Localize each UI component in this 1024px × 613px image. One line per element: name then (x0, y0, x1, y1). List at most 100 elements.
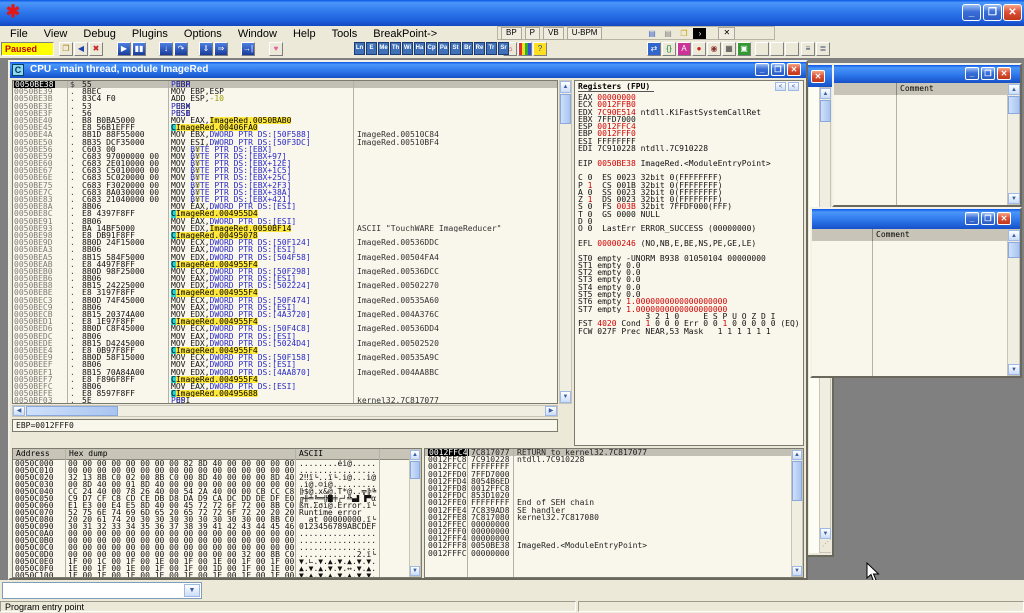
register-line[interactable] (575, 152, 803, 159)
menu-options[interactable]: Options (176, 28, 230, 40)
disasm-row[interactable]: 0050BE50.8B35 DCF35000MOV ESI,DWORD PTR … (13, 139, 557, 146)
scroll-thumb[interactable] (1008, 242, 1020, 258)
disasm-row[interactable]: 0050BEC9.8B06MOV EAX,DWORD PTR DS:[ESI] (13, 304, 557, 311)
stack-row[interactable]: 0012FFE87C817080kernel32.7C817080 (425, 514, 803, 521)
register-line[interactable]: EBP 0012FFF0 (575, 130, 803, 137)
disasm-row[interactable]: 0050BE8A.8B06MOV EAX,DWORD PTR DS:[ESI] (13, 203, 557, 210)
disasm-row[interactable]: 0050BEAB.E8 4497F8FFCALL ImageRed.004955… (13, 261, 557, 268)
toolbar-blank-button[interactable] (770, 42, 784, 56)
window-b-close-button[interactable]: ✕ (997, 67, 1011, 80)
register-line[interactable]: ST4 empty 0.0 (575, 284, 803, 291)
register-line[interactable]: T 0 GS 0000 NULL (575, 211, 803, 218)
hex-dump-pane[interactable]: Address Hex dump ASCII 0050C00000 00 00 … (12, 448, 422, 578)
dump-row[interactable]: 0050C050C9 D7 CF C8 CD CE DB D8 DA D9 CA… (13, 495, 421, 502)
scroll-down-icon[interactable]: ▼ (560, 391, 571, 403)
window-c-minimize-button[interactable]: _ (965, 212, 979, 225)
stack-row[interactable]: 0012FFFC00000000 (425, 550, 803, 557)
scroll-up-icon[interactable]: ▲ (1008, 230, 1020, 241)
stack-vscrollbar[interactable]: ▲ ▼ (791, 449, 803, 577)
register-line[interactable]: ST3 empty 0.0 (575, 276, 803, 283)
scroll-thumb[interactable] (1008, 96, 1020, 114)
column-divider[interactable] (896, 83, 897, 95)
scroll-right-icon[interactable]: ▶ (545, 406, 557, 416)
close-program-icon[interactable]: ✖ (89, 42, 103, 56)
menu-file[interactable]: File (2, 28, 36, 40)
scroll-down-icon[interactable]: ▼ (1008, 193, 1020, 204)
stack-row[interactable]: 0012FFF80050BE38ImageRed.<ModuleEntryPoi… (425, 542, 803, 549)
animate-over-icon[interactable]: ⇒ (214, 42, 228, 56)
disasm-row[interactable]: 0050BEC3.8B0D 74F45000MOV ECX,DWORD PTR … (13, 297, 557, 304)
register-line[interactable]: C 0 ES 0023 32bit 0(FFFFFFFF) (575, 174, 803, 181)
window-a-close-button[interactable]: ✕ (811, 70, 825, 83)
disasm-row[interactable]: 0050BE8C.E8 4397F8FFCALL ImageRed.004955… (13, 210, 557, 217)
step-into-icon[interactable]: ↓ (159, 42, 173, 56)
dump-row[interactable]: 0050C0E01F 00 1C 00 1F 00 1E 00 1F 00 1E… (13, 558, 421, 565)
disasm-row[interactable]: 0050BE39.8BECMOV EBP,ESP (13, 88, 557, 95)
stack-row[interactable]: 0012FFD80012FFC8 (425, 485, 803, 492)
cpu-window[interactable]: C CPU - main thread, module ImageRed _ ❐… (8, 60, 808, 580)
disasm-row[interactable]: 0050BEF1.8B15 70A84A00MOV EDX,DWORD PTR … (13, 369, 557, 376)
combobox-dropdown-icon[interactable]: ▼ (184, 584, 200, 597)
disasm-row[interactable]: 0050BEDC.8B06MOV EAX,DWORD PTR DS:[ESI] (13, 333, 557, 340)
dump-row[interactable]: 0050C0D000 00 00 00 00 00 00 00 00 00 00… (13, 551, 421, 558)
register-line[interactable]: EFL 00000246 (NO,NB,E,BE,NS,PE,GE,LE) (575, 240, 803, 247)
disasm-row[interactable]: 0050BEA5.8B15 584F5000MOV EDX,DWORD PTR … (13, 254, 557, 261)
pane-button-tr[interactable]: Tr (486, 42, 497, 55)
window-c-close-button[interactable]: ✕ (997, 212, 1011, 225)
dump-row[interactable]: 0050C08020 20 61 74 20 30 30 30 30 30 30… (13, 516, 421, 523)
dump-row[interactable]: 0050C09030 31 32 33 34 35 36 37 38 39 41… (13, 523, 421, 530)
register-line[interactable] (575, 247, 803, 254)
pane-button-wi[interactable]: Wi (402, 42, 413, 55)
disasm-row[interactable]: 0050BE75.C683 F3020000 00MOV BYTE PTR DS… (13, 182, 557, 189)
stack-row[interactable]: 0012FFD07FFD7000 (425, 471, 803, 478)
disasm-row[interactable]: 0050BEDE.8B15 D4245000MOV EDX,DWORD PTR … (13, 340, 557, 347)
red-ball-icon[interactable]: ● (692, 42, 706, 56)
toolbar-blank-button[interactable] (755, 42, 769, 56)
register-line[interactable]: O 0 LastErr ERROR_SUCCESS (00000000) (575, 225, 803, 232)
dump-row[interactable]: 0050C07052 75 6E 74 69 6D 65 20 65 72 72… (13, 509, 421, 516)
cassette-icon[interactable]: ▦ (722, 42, 736, 56)
stack-row[interactable]: 0012FFEC00000000 (425, 521, 803, 528)
pane-button-e[interactable]: E (366, 42, 377, 55)
register-line[interactable]: ST2 empty 0.0 (575, 269, 803, 276)
open-file-icon[interactable]: ❐ (59, 42, 73, 56)
disasm-row[interactable]: 0050BEB8.8B15 24225000MOV EDX,DWORD PTR … (13, 282, 557, 289)
disasm-row[interactable]: 0050BE83.C683 21040000 00MOV BYTE PTR DS… (13, 196, 557, 203)
stack-row[interactable]: 0012FFF400000000 (425, 535, 803, 542)
assembler-icon[interactable]: A (677, 42, 691, 56)
window-c-maximize-button[interactable]: ❐ (981, 212, 995, 225)
console-icon[interactable]: › (693, 28, 706, 39)
register-line[interactable]: A 0 SS 0023 32bit 0(FFFFFFFF) (575, 189, 803, 196)
doc-gray-icon[interactable]: ▤ (661, 28, 674, 39)
registers-back-button2[interactable]: < (788, 82, 799, 91)
plugin-toolbar-close-button[interactable]: ✕ (718, 27, 735, 40)
green-window-icon[interactable]: ▣ (737, 42, 751, 56)
spiral-icon[interactable]: ◉ (707, 42, 721, 56)
disasm-row[interactable]: 0050BE6E.C683 5C020000 00MOV BYTE PTR DS… (13, 174, 557, 181)
stack-row[interactable]: 0012FFC47C817077RETURN to kernel32.7C817… (425, 449, 803, 456)
scroll-down-icon[interactable]: ▼ (410, 566, 420, 576)
pane-button-ha[interactable]: Ha (414, 42, 425, 55)
scroll-thumb[interactable] (792, 461, 802, 501)
scroll-thumb[interactable] (820, 100, 831, 122)
menu-breakpoint[interactable]: BreakPoint-> (365, 28, 445, 40)
doc-blue-icon[interactable]: ▤ (645, 28, 658, 39)
register-line[interactable]: EDX 7C90E514 ntdll.KiFastSystemCallRet (575, 109, 803, 116)
stack-row[interactable]: 0012FFE0FFFFFFFFEnd of SEH chain (425, 499, 803, 506)
scroll-thumb[interactable] (560, 94, 571, 124)
disasm-row[interactable]: 0050BE93.BA 14BF5000MOV EDX,ImageRed.005… (13, 225, 557, 232)
disasm-row[interactable]: 0050BE7C.C683 8A030000 00MOV BYTE PTR DS… (13, 189, 557, 196)
pane-button-cp[interactable]: Cp (426, 42, 437, 55)
register-line[interactable] (575, 233, 803, 240)
register-line[interactable]: ST7 empty 1.0000000000000000000 (575, 306, 803, 313)
pause-icon[interactable]: ▮▮ (132, 42, 146, 56)
marker-icon[interactable]: ♥ (269, 42, 283, 56)
register-line[interactable]: ESP 0012FFC4 (575, 123, 803, 130)
register-line[interactable] (575, 167, 803, 174)
stack-row[interactable]: 0012FFE47C839AD8SE handler (425, 507, 803, 514)
register-line[interactable]: ST5 empty 0.0 (575, 291, 803, 298)
window-b-minimize-button[interactable]: _ (965, 67, 979, 80)
register-line[interactable]: ST1 empty 0.0 (575, 262, 803, 269)
scroll-up-icon[interactable]: ▲ (792, 450, 802, 460)
window-b-maximize-button[interactable]: ❐ (981, 67, 995, 80)
